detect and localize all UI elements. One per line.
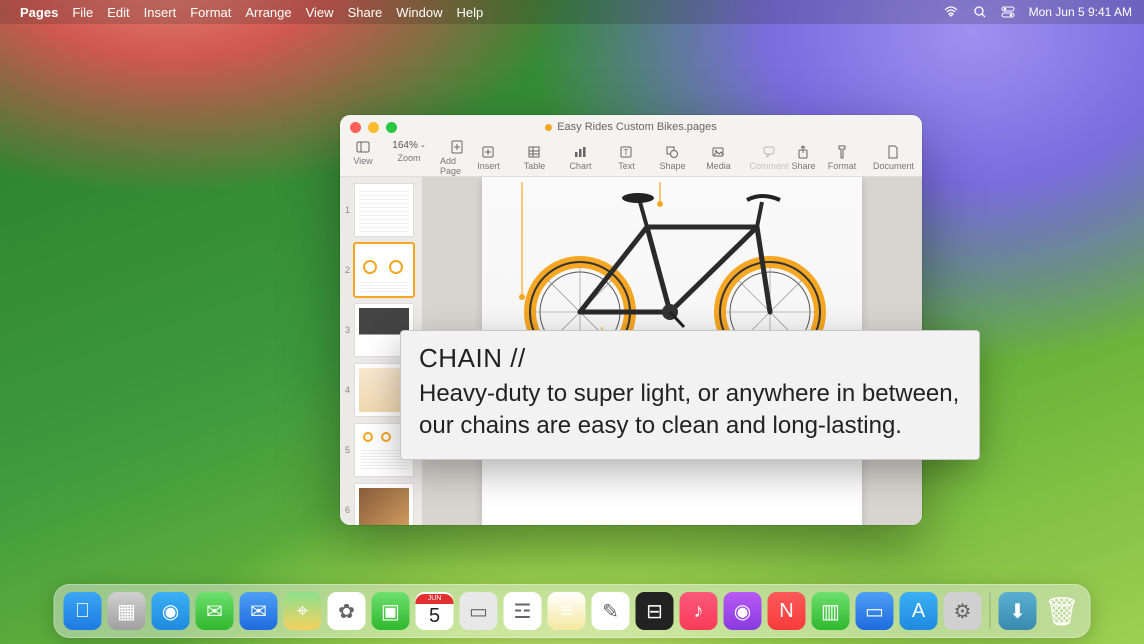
dock-app-launchpad[interactable]: ▦ xyxy=(108,592,146,630)
dock-app-numbers[interactable]: ▥ xyxy=(812,592,850,630)
control-center-icon[interactable] xyxy=(1001,6,1015,18)
dock-app-calendar[interactable]: JUN5 xyxy=(416,592,454,630)
dock-app-safari[interactable]: ◉ xyxy=(152,592,190,630)
dock-app-reminders[interactable]: ☲ xyxy=(504,592,542,630)
zoom-value: 164%⌄ xyxy=(392,140,425,151)
titlebar: Easy Rides Custom Bikes.pages xyxy=(340,115,922,139)
page-thumbnail[interactable]: 6 xyxy=(344,483,418,525)
close-button[interactable] xyxy=(350,122,361,133)
dock-app-music[interactable]: ♪ xyxy=(680,592,718,630)
dock-app-photos[interactable]: ✿ xyxy=(328,592,366,630)
dock-app-messages[interactable]: ✉ xyxy=(196,592,234,630)
view-icon xyxy=(356,140,370,154)
dock-app-settings[interactable]: ⚙ xyxy=(944,592,982,630)
hover-text-zoom-overlay: CHAIN // Heavy-duty to super light, or a… xyxy=(400,330,980,460)
edited-indicator-icon xyxy=(545,124,552,131)
table-icon xyxy=(528,145,540,159)
add-page-icon xyxy=(451,140,463,154)
menu-view[interactable]: View xyxy=(306,5,334,20)
toolbar-share-button[interactable]: Share xyxy=(788,145,818,171)
minimize-button[interactable] xyxy=(368,122,379,133)
dock-app-podcasts[interactable]: ◉ xyxy=(724,592,762,630)
window-title: Easy Rides Custom Bikes.pages xyxy=(557,121,717,133)
svg-text:T: T xyxy=(624,148,629,157)
page-thumbnail[interactable]: 1 xyxy=(344,183,418,237)
toolbar-insert-button[interactable]: Insert xyxy=(473,145,503,171)
toolbar-shape-button[interactable]: Shape xyxy=(657,145,687,171)
page-thumbnail[interactable]: 2 xyxy=(344,243,418,297)
menu-file[interactable]: File xyxy=(72,5,93,20)
dock-app-keynote[interactable]: ▭ xyxy=(856,592,894,630)
toolbar: View 164%⌄ Zoom Add Page Insert Table xyxy=(340,139,922,177)
menu-insert[interactable]: Insert xyxy=(144,5,177,20)
menu-edit[interactable]: Edit xyxy=(107,5,129,20)
toolbar-comment-button[interactable]: Comment xyxy=(749,145,788,171)
shape-icon xyxy=(666,145,678,159)
menu-arrange[interactable]: Arrange xyxy=(245,5,291,20)
dock-app-mail[interactable]: ✉ xyxy=(240,592,278,630)
spotlight-icon[interactable] xyxy=(973,5,987,19)
toolbar-zoom-button[interactable]: 164%⌄ Zoom xyxy=(394,140,424,163)
dock-app-appstore[interactable]: A xyxy=(900,592,938,630)
toolbar-media-button[interactable]: Media xyxy=(703,145,733,171)
share-icon xyxy=(797,145,809,159)
document-icon xyxy=(888,145,898,159)
dock: 􀎞▦◉✉✉⌖✿▣JUN5▭☲≡✎⊟♪◉N▥▭A⚙⬇🗑 xyxy=(54,584,1091,638)
toolbar-add-page-button[interactable]: Add Page xyxy=(440,140,473,176)
toolbar-view-button[interactable]: View xyxy=(348,140,378,166)
zoom-overlay-heading: CHAIN // xyxy=(419,343,961,374)
comment-icon xyxy=(763,145,775,159)
dock-app-notes[interactable]: ≡ xyxy=(548,592,586,630)
pages-window: Easy Rides Custom Bikes.pages View 164%⌄… xyxy=(340,115,922,525)
dock-app-finder[interactable]: 􀎞 xyxy=(64,592,102,630)
menu-window[interactable]: Window xyxy=(396,5,442,20)
menubar: Pages File Edit Insert Format Arrange Vi… xyxy=(0,0,1144,24)
text-icon: T xyxy=(620,145,632,159)
media-icon xyxy=(712,145,724,159)
wifi-icon[interactable] xyxy=(943,6,959,18)
fullscreen-button[interactable] xyxy=(386,122,397,133)
dock-app-maps[interactable]: ⌖ xyxy=(284,592,322,630)
dock-separator xyxy=(990,593,991,629)
dock-app-freeform[interactable]: ✎ xyxy=(592,592,630,630)
menubar-app-name[interactable]: Pages xyxy=(20,5,58,20)
format-icon xyxy=(836,145,848,159)
dock-app-facetime[interactable]: ▣ xyxy=(372,592,410,630)
toolbar-chart-button[interactable]: Chart xyxy=(565,145,595,171)
toolbar-text-button[interactable]: T Text xyxy=(611,145,641,171)
menu-help[interactable]: Help xyxy=(457,5,484,20)
dock-downloads[interactable]: ⬇ xyxy=(999,592,1037,630)
dock-app-contacts[interactable]: ▭ xyxy=(460,592,498,630)
dock-app-news[interactable]: N xyxy=(768,592,806,630)
menu-share[interactable]: Share xyxy=(348,5,383,20)
insert-icon xyxy=(482,145,494,159)
menubar-datetime[interactable]: Mon Jun 5 9:41 AM xyxy=(1029,5,1132,19)
toolbar-document-button[interactable]: Document xyxy=(873,145,914,171)
dock-trash[interactable]: 🗑 xyxy=(1043,592,1081,630)
chart-icon xyxy=(574,145,586,159)
menu-format[interactable]: Format xyxy=(190,5,231,20)
toolbar-table-button[interactable]: Table xyxy=(519,145,549,171)
toolbar-format-button[interactable]: Format xyxy=(827,145,857,171)
zoom-overlay-body: Heavy-duty to super light, or anywhere i… xyxy=(419,378,961,443)
dock-app-tv[interactable]: ⊟ xyxy=(636,592,674,630)
